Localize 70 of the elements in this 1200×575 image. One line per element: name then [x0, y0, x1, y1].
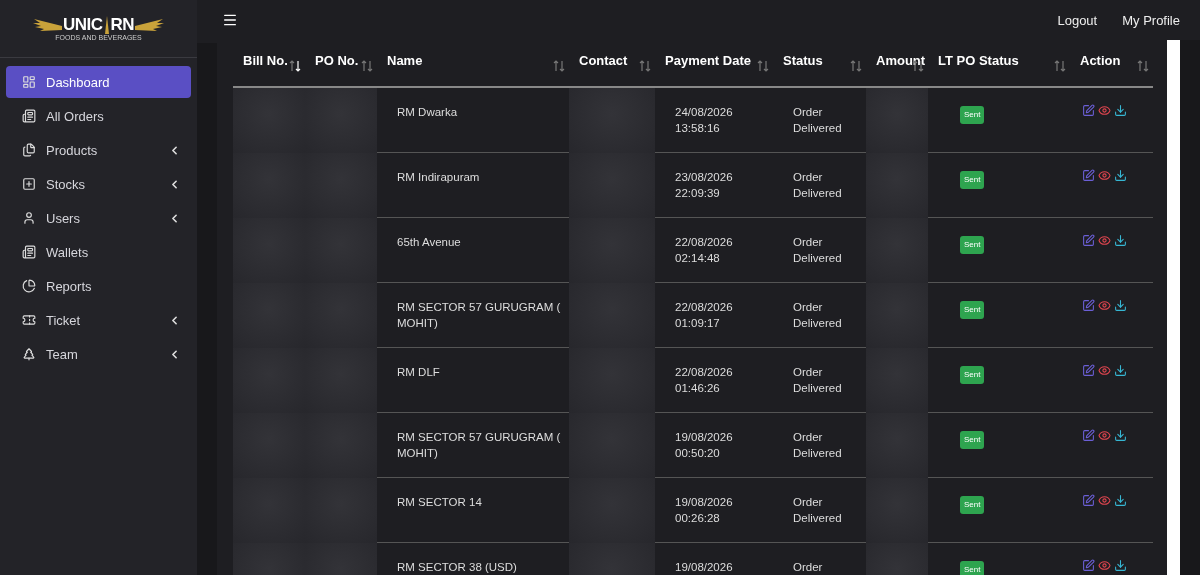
edit-button[interactable]	[1082, 234, 1095, 247]
sidebar-item[interactable]: Users	[6, 202, 191, 234]
edit-button[interactable]	[1082, 299, 1095, 312]
pie-chart-icon	[22, 279, 36, 293]
status-badge: Sent	[960, 171, 985, 189]
download-button[interactable]	[1114, 494, 1127, 507]
edit-button[interactable]	[1082, 559, 1095, 572]
download-button[interactable]	[1114, 104, 1127, 117]
table-cell: 22/08/2026 01:09:17	[655, 283, 773, 348]
download-button[interactable]	[1114, 299, 1127, 312]
logo-text: RN	[110, 15, 135, 34]
status-badge: Sent	[960, 431, 985, 449]
edit-button[interactable]	[1082, 104, 1095, 117]
view-button[interactable]	[1098, 364, 1111, 377]
logo-text: UNIC	[62, 15, 103, 34]
user-icon	[22, 211, 36, 225]
sidebar-item[interactable]: Ticket	[6, 304, 191, 336]
edit-button[interactable]	[1082, 169, 1095, 182]
view-button[interactable]	[1098, 429, 1111, 442]
column-header[interactable]: Status	[773, 40, 866, 88]
download-button[interactable]	[1114, 559, 1127, 572]
view-button[interactable]	[1098, 299, 1111, 312]
list-icon	[22, 245, 36, 259]
list-icon	[22, 109, 36, 123]
table-cell: 19/08/2026 00:26:28	[655, 478, 773, 543]
column-header[interactable]: Payment Date	[655, 40, 773, 88]
sidebar-item[interactable]: Reports	[6, 270, 191, 302]
table-cell: 19/08/2026	[655, 543, 773, 575]
column-header[interactable]: LT PO Status	[928, 40, 1070, 88]
sidebar-item[interactable]: Team	[6, 338, 191, 370]
tree-icon	[22, 347, 36, 361]
table-cell: 23/08/2026 22:09:39	[655, 153, 773, 218]
download-button[interactable]	[1114, 364, 1127, 377]
status-badge: Sent	[960, 301, 985, 319]
table-cell: 24/08/2026 13:58:16	[655, 88, 773, 153]
column-header[interactable]: Action	[1070, 40, 1153, 88]
sidebar-item[interactable]: Products	[6, 134, 191, 166]
edit-button[interactable]	[1082, 494, 1095, 507]
view-button[interactable]	[1098, 234, 1111, 247]
dashboard-icon	[22, 75, 36, 89]
sidebar-item[interactable]: Dashboard	[6, 66, 191, 98]
sidebar-item[interactable]: All Orders	[6, 100, 191, 132]
sidebar-item[interactable]: Stocks	[6, 168, 191, 200]
wing-icon	[135, 17, 166, 32]
wing-icon	[31, 17, 62, 32]
column-header[interactable]: Name	[377, 40, 569, 88]
status-badge: Sent	[960, 496, 985, 514]
status-badge: Sent	[960, 366, 985, 384]
table-cell: 22/08/2026 02:14:48	[655, 218, 773, 283]
nav-link[interactable]: My Profile	[1122, 12, 1180, 28]
edit-button[interactable]	[1082, 429, 1095, 442]
view-button[interactable]	[1098, 169, 1111, 182]
sidebar-item[interactable]: Wallets	[6, 236, 191, 268]
status-badge: Sent	[960, 561, 985, 575]
view-button[interactable]	[1098, 559, 1111, 572]
plus-square-icon	[22, 177, 36, 191]
menu-icon[interactable]	[222, 12, 238, 28]
nav-link[interactable]: Logout	[1057, 12, 1098, 28]
download-button[interactable]	[1114, 169, 1127, 182]
ticket-icon	[22, 313, 36, 327]
table-cell: 19/08/2026 00:50:20	[655, 413, 773, 478]
files-icon	[22, 143, 36, 157]
view-button[interactable]	[1098, 494, 1111, 507]
view-button[interactable]	[1098, 104, 1111, 117]
download-button[interactable]	[1114, 429, 1127, 442]
download-button[interactable]	[1114, 234, 1127, 247]
status-badge: Sent	[960, 106, 985, 124]
edit-button[interactable]	[1082, 364, 1095, 377]
status-badge: Sent	[960, 236, 985, 254]
table-cell: 22/08/2026 01:46:26	[655, 348, 773, 413]
